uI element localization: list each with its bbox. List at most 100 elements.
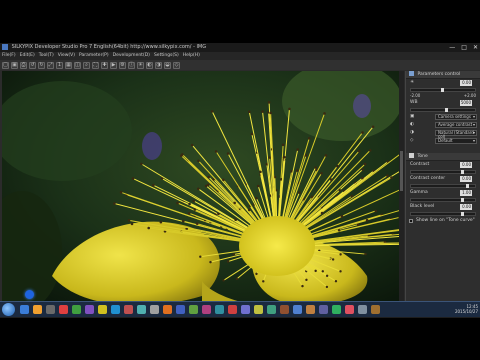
color-icon[interactable]: ◒ [164, 61, 171, 69]
black-level-field[interactable]: 0.00 [460, 204, 472, 210]
contrast-dropdown[interactable]: Average contrast [435, 122, 477, 128]
white-balance-icon[interactable]: ◐ [146, 61, 153, 69]
menu-tool[interactable]: Tool(T) [39, 52, 54, 60]
contrast-center-knob[interactable] [466, 184, 469, 188]
camera-settings-dropdown[interactable]: Camera settings [435, 114, 477, 120]
stamen-anther [262, 280, 265, 283]
taskbar-app-icon[interactable] [124, 305, 133, 314]
develop-icon[interactable]: ▶ [110, 61, 117, 69]
exposure-icon[interactable]: ☀ [137, 61, 144, 69]
stamen-anther [339, 270, 342, 273]
save-icon[interactable]: ▣ [11, 61, 18, 69]
contrast-field[interactable]: 0.00 [460, 162, 472, 168]
video-frame: SILKYPIX Developer Studio Pro 7 English(… [0, 0, 480, 360]
wb-slider[interactable] [410, 108, 476, 112]
start-button[interactable] [2, 303, 15, 316]
menu-edit[interactable]: Edit(E) [20, 52, 35, 60]
menu-help[interactable]: Help(H) [183, 52, 200, 60]
taskbar-app-icon[interactable] [98, 305, 107, 314]
crop-icon[interactable]: ⛶ [92, 61, 99, 69]
grid-icon[interactable]: ▦ [65, 61, 72, 69]
compare-icon[interactable]: ◫ [74, 61, 81, 69]
zoom-fit-icon[interactable]: ⤢ [47, 61, 54, 69]
sharpness-dropdown[interactable]: Default [435, 138, 477, 144]
taskbar-app-icon[interactable] [59, 305, 68, 314]
sharpen-icon[interactable]: ◇ [173, 61, 180, 69]
taskbar-app-icon[interactable] [306, 305, 315, 314]
contrast-center-slider[interactable] [410, 184, 476, 188]
menu-settings[interactable]: Settings(S) [154, 52, 179, 60]
open-icon[interactable]: ▢ [2, 61, 9, 69]
zoom-100-icon[interactable]: 1 [56, 61, 63, 69]
taskbar-app-icon[interactable] [46, 305, 55, 314]
close-button[interactable]: ✕ [473, 43, 478, 52]
range-min: -2.00 [410, 93, 421, 98]
gamma-knob[interactable] [461, 198, 464, 202]
taskbar-app-icon[interactable] [293, 305, 302, 314]
tone-curve-checkbox[interactable] [409, 219, 413, 223]
contrast-center-field[interactable]: 0.00 [460, 176, 472, 182]
menu-development[interactable]: Development(D) [113, 52, 150, 60]
print-icon[interactable]: ⎙ [20, 61, 27, 69]
tone-icon[interactable]: ◑ [155, 61, 162, 69]
taskbar-app-icon[interactable] [72, 305, 81, 314]
taskbar-app-icon[interactable] [189, 305, 198, 314]
black-level-knob[interactable] [461, 212, 464, 216]
wb-knob[interactable] [445, 108, 448, 112]
vertical-scrollbar[interactable] [399, 71, 404, 308]
menu-view[interactable]: View(V) [58, 52, 75, 60]
wb-field[interactable]: 5000 [460, 100, 472, 106]
exposure-field[interactable]: 0.00 [460, 80, 472, 86]
stamen-anther [250, 132, 254, 136]
scroll-thumb[interactable] [400, 151, 403, 191]
contrast-knob[interactable] [461, 170, 464, 174]
taskbar-app-icon[interactable] [215, 305, 224, 314]
gamma-field[interactable]: 1.00 [460, 190, 472, 196]
taskbar-app-icon[interactable] [150, 305, 159, 314]
taskbar-app-icon[interactable] [358, 305, 367, 314]
taskbar-app-icon[interactable] [228, 305, 237, 314]
taskbar-app-icon[interactable] [254, 305, 263, 314]
exposure-slider[interactable] [410, 88, 476, 92]
spot-icon[interactable]: ✚ [101, 61, 108, 69]
color-dropdown[interactable]: Natural (Standard col) [435, 130, 477, 139]
gamma-slider[interactable] [410, 198, 476, 202]
settings-icon[interactable]: ⚙ [119, 61, 126, 69]
info-icon[interactable]: ⓘ [128, 61, 135, 69]
stamen-anther [324, 154, 328, 157]
taskbar-app-icon[interactable] [85, 305, 94, 314]
taskbar-app-icon[interactable] [332, 305, 341, 314]
taskbar-app-icon[interactable] [371, 305, 380, 314]
app-logo-icon [2, 43, 8, 50]
taskbar-app-icon[interactable] [319, 305, 328, 314]
taskbar-app-icon[interactable] [111, 305, 120, 314]
taskbar-app-icon[interactable] [280, 305, 289, 314]
camera-icon: ▣ [410, 114, 415, 119]
taskbar-app-icon[interactable] [345, 305, 354, 314]
taskbar-app-icon[interactable] [267, 305, 276, 314]
taskbar-app-icon[interactable] [33, 305, 42, 314]
minimize-button[interactable]: — [449, 43, 455, 52]
stamen-anther [233, 201, 236, 205]
taskbar-app-icon[interactable] [163, 305, 172, 314]
taskbar-app-icon[interactable] [176, 305, 185, 314]
stamen-anther [365, 218, 369, 222]
black-level-slider[interactable] [410, 212, 476, 216]
stamen-anther [361, 176, 364, 180]
rotate-left-icon[interactable]: ↺ [29, 61, 36, 69]
exposure-knob[interactable] [441, 88, 444, 92]
image-canvas[interactable] [2, 71, 399, 308]
stamen-anther [255, 272, 258, 276]
stamen-anther [364, 252, 367, 256]
maximize-button[interactable]: □ [461, 43, 467, 52]
rotate-right-icon[interactable]: ↻ [38, 61, 45, 69]
taskbar-app-icon[interactable] [20, 305, 29, 314]
tone-curve-row: Show line on "Tone curve" [406, 217, 480, 225]
menu-file[interactable]: File(F) [2, 52, 16, 60]
menu-parameter[interactable]: Parameter(P) [79, 52, 109, 60]
taskbar-app-icon[interactable] [137, 305, 146, 314]
taskbar-app-icon[interactable] [202, 305, 211, 314]
loupe-icon[interactable]: ⌕ [83, 61, 90, 69]
contrast-slider[interactable] [410, 170, 476, 174]
taskbar-app-icon[interactable] [241, 305, 250, 314]
